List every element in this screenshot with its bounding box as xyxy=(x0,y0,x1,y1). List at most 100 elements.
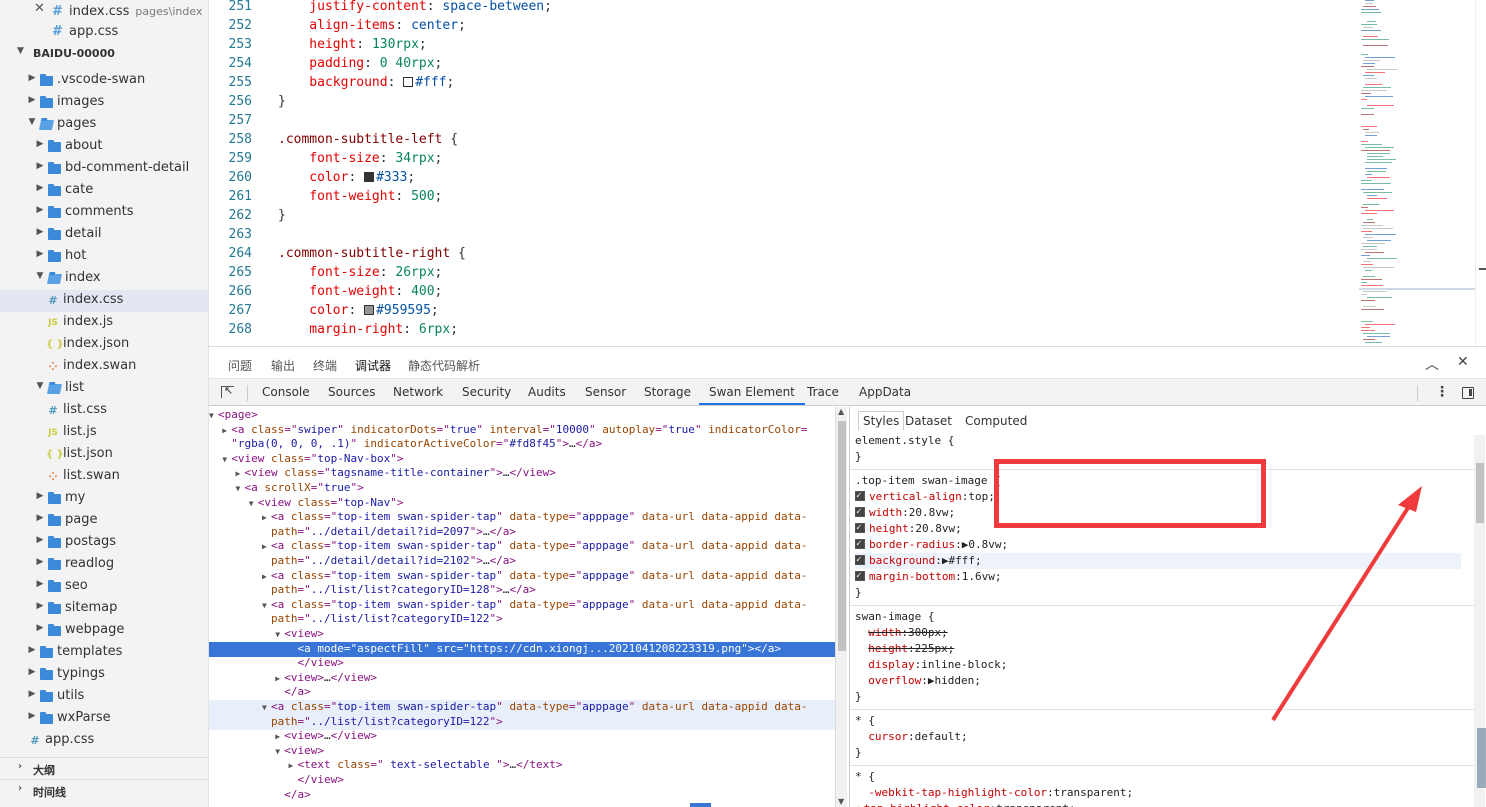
tree-item-list-json[interactable]: { } list.json xyxy=(0,444,208,466)
code-line[interactable]: 258 .common-subtitle-left { xyxy=(209,130,1359,149)
code-editor[interactable]: 251 justify-content: space-between; 252 a… xyxy=(209,0,1486,346)
css-property-display[interactable]: display:inline-block; xyxy=(855,657,1007,673)
tree-item-pages[interactable]: ▼ pages xyxy=(0,114,208,136)
code-line[interactable]: 259 font-size: 34rpx; xyxy=(209,149,1359,168)
color-swatch[interactable] xyxy=(364,305,375,315)
code-line[interactable]: 252 align-items: center; xyxy=(209,16,1359,35)
more-menu-icon[interactable]: ⋮ xyxy=(1435,384,1449,400)
color-swatch[interactable] xyxy=(403,77,414,87)
tree-item-seo[interactable]: ▶ seo xyxy=(0,576,208,598)
tab-appdata[interactable]: AppData xyxy=(859,385,911,399)
tab-sensor[interactable]: Sensor xyxy=(585,385,626,399)
css-property-border-radius[interactable]: border-radius:▶0.8vw; xyxy=(855,536,1008,553)
dom-node[interactable]: ▼ <a scrollX="true"> xyxy=(209,481,835,496)
tab-sources[interactable]: Sources xyxy=(328,385,375,399)
dom-node[interactable]: ▼ <view class="top-Nav-box"> xyxy=(209,452,835,467)
tab-styles[interactable]: Styles xyxy=(858,411,905,430)
tab-console[interactable]: Console xyxy=(262,385,310,399)
code-line[interactable]: 254 padding: 0 40rpx; xyxy=(209,54,1359,73)
tree-item-page[interactable]: ▶ page xyxy=(0,510,208,532)
expand-right-icon[interactable]: ▶ xyxy=(222,424,231,439)
expand-down-icon[interactable]: ▼ xyxy=(275,745,284,760)
tree-item-list-css[interactable]: # list.css xyxy=(0,400,208,422)
css-selector[interactable]: * { xyxy=(855,769,875,785)
tree-item-typings[interactable]: ▶ typings xyxy=(0,664,208,686)
outline-section[interactable]: › 大纲 xyxy=(0,757,208,779)
tree-item-index-js[interactable]: JS index.js xyxy=(0,312,208,334)
expand-down-icon[interactable]: ▼ xyxy=(262,701,271,716)
code-line[interactable]: 267 color: #959595; xyxy=(209,301,1359,320)
css-property-vertical-align[interactable]: vertical-align:top; xyxy=(855,488,995,505)
code-line[interactable]: 256} xyxy=(209,92,1359,111)
code-line[interactable]: 263 xyxy=(209,225,1359,244)
dock-side-icon[interactable] xyxy=(1462,387,1474,399)
dom-node[interactable]: </view> xyxy=(209,773,835,788)
tab-security[interactable]: Security xyxy=(462,385,511,399)
code-line[interactable]: 260 color: #333; xyxy=(209,168,1359,187)
css-property-cursor[interactable]: cursor:default; xyxy=(855,729,967,745)
color-swatch[interactable] xyxy=(364,172,375,182)
expand-right-icon[interactable]: ▶ xyxy=(262,540,271,555)
expand-right-icon[interactable]: ▶ xyxy=(275,730,284,745)
expand-right-icon[interactable]: ▶ xyxy=(275,672,284,687)
close-icon[interactable]: ✕ xyxy=(34,1,45,16)
tab-network[interactable]: Network xyxy=(393,385,443,399)
tab-dataset[interactable]: Dataset xyxy=(905,414,952,428)
css-selector[interactable]: .top-item swan-image { xyxy=(855,473,1001,489)
dom-node[interactable]: ▼ <a class="top-item swan-spider-tap" dat… xyxy=(209,598,835,613)
dom-node[interactable]: path="../detail/detail?id=2102">…</a> xyxy=(209,554,835,569)
code-line[interactable]: 261 font-weight: 500; xyxy=(209,187,1359,206)
inspect-element-icon[interactable] xyxy=(221,384,234,398)
dom-node[interactable]: ▼ <view> xyxy=(209,627,835,642)
dom-node[interactable]: ▶ <view>…</view> xyxy=(209,729,835,744)
tree-item-index-json[interactable]: { } index.json xyxy=(0,334,208,356)
tab-problems[interactable]: 问题 xyxy=(228,357,252,374)
tab-computed[interactable]: Computed xyxy=(965,414,1027,428)
code-line[interactable]: 262} xyxy=(209,206,1359,225)
css-property-height[interactable]: height:20.8vw; xyxy=(855,520,962,537)
tab-trace[interactable]: Trace xyxy=(807,385,839,399)
tree-item-webpage[interactable]: ▶ webpage xyxy=(0,620,208,642)
expand-down-icon[interactable]: ▼ xyxy=(262,599,271,614)
tab-static-analysis[interactable]: 静态代码解析 xyxy=(408,357,480,374)
tree-item-cate[interactable]: ▶ cate xyxy=(0,180,208,202)
tab-debugger[interactable]: 调试器 xyxy=(355,357,392,380)
dom-node[interactable]: ▼ <page> xyxy=(209,408,835,423)
editor-scrollbar[interactable] xyxy=(1475,0,1486,346)
open-editor-app-css[interactable]: # app.css xyxy=(0,20,208,42)
code-line[interactable]: 268 margin-right: 6rpx; xyxy=(209,320,1359,339)
tree-item-bd-comment-detail[interactable]: ▶ bd-comment-detail xyxy=(0,158,208,180)
dom-node[interactable]: ▶ <a class="swiper" indicatorDots="true" … xyxy=(209,423,835,438)
dom-node[interactable]: ▼ <view> xyxy=(209,744,835,759)
expand-right-icon[interactable]: ▶ xyxy=(262,570,271,585)
tree-item-my[interactable]: ▶ my xyxy=(0,488,208,510)
code-line[interactable]: 264 .common-subtitle-right { xyxy=(209,244,1359,263)
dom-node[interactable]: ▼ <a class="top-item swan-spider-tap" dat… xyxy=(209,700,835,715)
tab-output[interactable]: 输出 xyxy=(271,357,295,374)
code-line[interactable]: 265 font-size: 26rpx; xyxy=(209,263,1359,282)
tree-item-list[interactable]: ▼ list xyxy=(0,378,208,400)
open-editor-index-css[interactable]: ✕ # index.css pages\index xyxy=(0,0,208,22)
dom-node[interactable]: path="../list/list?categoryID=122"> xyxy=(209,612,835,627)
dom-node[interactable]: </a> xyxy=(209,685,835,700)
timeline-section[interactable]: › 时间线 xyxy=(0,779,208,801)
expand-down-icon[interactable]: ▼ xyxy=(249,497,258,512)
css-property-overflow[interactable]: overflow:▶hidden; xyxy=(855,673,981,689)
css-property-tap-highlight-color[interactable]: ⚠tap-highlight-color:transparent; xyxy=(855,801,1076,807)
tree-item-comments[interactable]: ▶ comments xyxy=(0,202,208,224)
tree-item-index-css[interactable]: # index.css xyxy=(0,290,208,312)
close-panel-icon[interactable]: ✕ xyxy=(1457,354,1469,370)
minimap[interactable] xyxy=(1359,0,1475,346)
dom-node[interactable]: </view> xyxy=(209,656,835,671)
tree-item-detail[interactable]: ▶ detail xyxy=(0,224,208,246)
dom-node[interactable]: ▶ <a class="top-item swan-spider-tap" dat… xyxy=(209,539,835,554)
dom-node[interactable]: <a mode="aspectFill" src="https://cdn.xi… xyxy=(209,641,835,657)
expand-down-icon[interactable]: ▼ xyxy=(275,628,284,643)
tree-item-readlog[interactable]: ▶ readlog xyxy=(0,554,208,576)
expand-down-icon[interactable]: ▼ xyxy=(236,482,245,497)
tree-item-wxparse[interactable]: ▶ wxParse xyxy=(0,708,208,730)
css-property-width[interactable]: width:20.8vw; xyxy=(855,504,955,521)
css-selector[interactable]: * { xyxy=(855,713,875,729)
expand-right-icon[interactable]: ▶ xyxy=(262,511,271,526)
tab-swan-element[interactable]: Swan Element xyxy=(699,385,805,405)
